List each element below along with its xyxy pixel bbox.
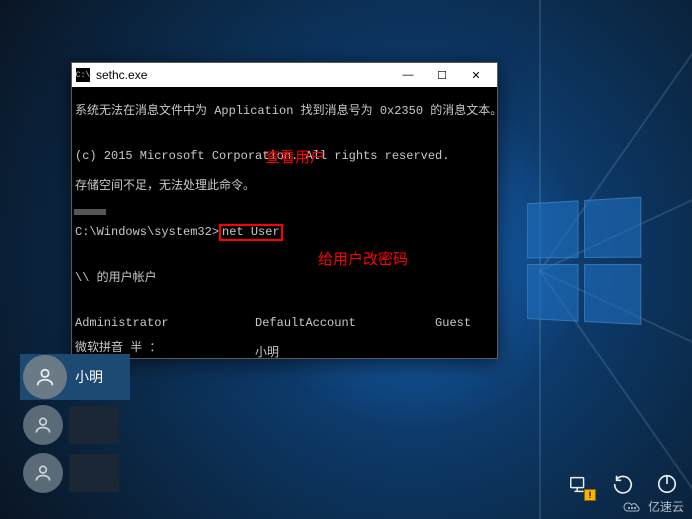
user-list: 小明 — [20, 354, 130, 498]
warning-badge-icon: ! — [584, 489, 596, 501]
console-window: C:\ sethc.exe — ☐ ✕ 系统无法在消息文件中为 Applicat… — [71, 62, 498, 359]
network-button[interactable]: ! — [566, 471, 592, 497]
terminal-body[interactable]: 系统无法在消息文件中为 Application 找到消息号为 0x2350 的消… — [72, 87, 497, 358]
power-row: ! — [566, 471, 680, 497]
term-line: 存储空间不足，无法处理此命令。 — [75, 179, 494, 194]
watermark: 亿速云 — [622, 498, 684, 515]
term-line: 系统无法在消息文件中为 Application 找到消息号为 0x2350 的消… — [75, 104, 494, 119]
titlebar[interactable]: C:\ sethc.exe — ☐ ✕ — [72, 63, 497, 87]
user-tile-active[interactable]: 小明 — [20, 354, 130, 400]
user-name-label: 小明 — [75, 367, 103, 387]
term-line: \\ 的用户帐户 — [75, 271, 494, 286]
user-tile[interactable] — [20, 402, 130, 448]
highlight-cmd1: net User — [219, 224, 283, 241]
window-title: sethc.exe — [96, 68, 391, 82]
obscured-name — [69, 406, 119, 444]
gray-artifact — [74, 209, 106, 215]
maximize-button[interactable]: ☐ — [425, 63, 459, 87]
close-button[interactable]: ✕ — [459, 63, 493, 87]
annotation-change-pwd: 给用户改密码 — [318, 252, 408, 267]
watermark-text: 亿速云 — [648, 498, 684, 515]
ease-of-access-button[interactable] — [610, 471, 636, 497]
avatar-icon — [23, 453, 63, 493]
user-tile[interactable] — [20, 450, 130, 496]
minimize-button[interactable]: — — [391, 63, 425, 87]
obscured-name — [69, 454, 119, 492]
avatar-icon — [23, 405, 63, 445]
annotation-view-user: 查看用户 — [265, 150, 325, 165]
lock-screen: C:\ sethc.exe — ☐ ✕ 系统无法在消息文件中为 Applicat… — [0, 0, 692, 519]
cmd-icon: C:\ — [76, 68, 90, 82]
term-line: C:\Windows\system32>net User — [75, 224, 494, 241]
avatar-icon — [23, 355, 67, 399]
term-prompt: C:\Windows\system32> — [75, 225, 219, 239]
term-line: Administrator DefaultAccount Guest — [75, 316, 494, 331]
power-button[interactable] — [654, 471, 680, 497]
windows-logo-squares — [527, 196, 650, 334]
